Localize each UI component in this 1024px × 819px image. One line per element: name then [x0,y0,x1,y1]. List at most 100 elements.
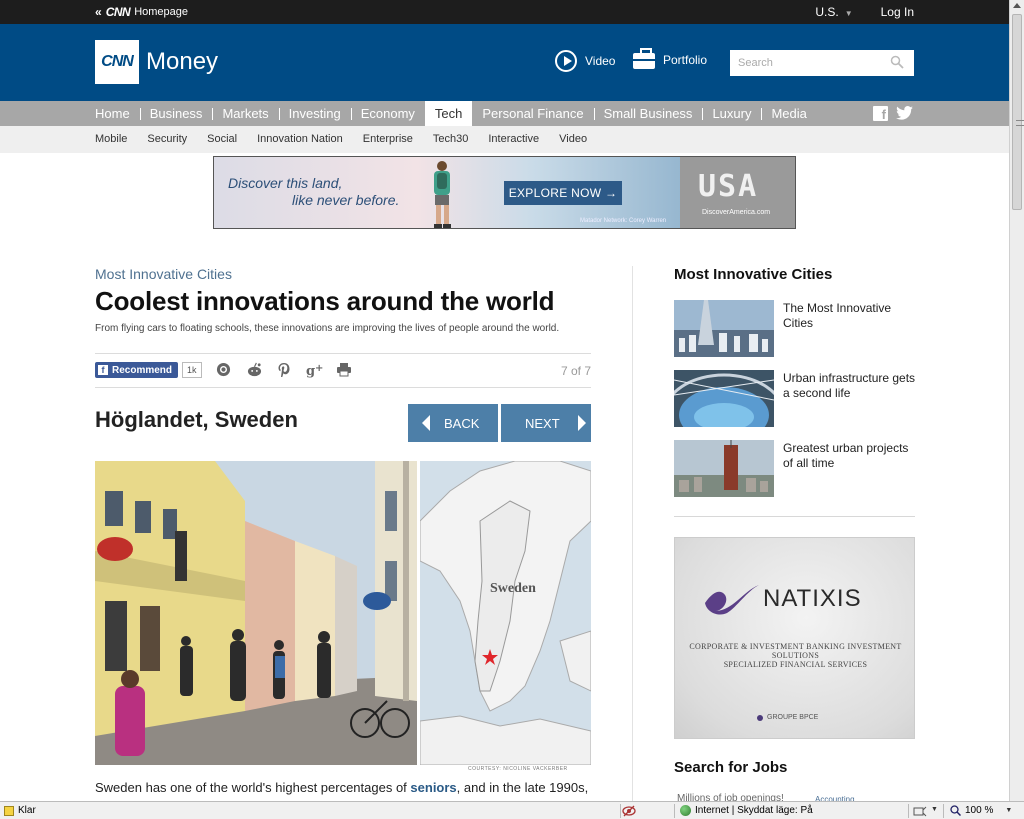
nav-item-media[interactable]: Media [761,101,816,126]
site-header: CNN Money Video Portfolio [0,24,1009,101]
facebook-icon[interactable]: f [873,106,888,122]
nav-item-small-business[interactable]: Small Business [593,101,703,126]
divider [908,804,909,818]
money-logo-text[interactable]: Money [146,48,218,76]
slide-title: Höglandet, Sweden [95,407,298,432]
search-input[interactable] [730,50,914,76]
zoom-control[interactable]: 100 % ▼ [950,805,1012,816]
nav-item-tech[interactable]: Tech [424,101,473,126]
natixis-logo-mark [705,585,759,615]
sidebar-story[interactable]: The Most Innovative Cities [674,300,915,357]
natixis-ad[interactable]: NATIXIS CORPORATE & INVESTMENT BANKING I… [674,537,915,739]
google-plus-icon[interactable]: g + [306,362,323,379]
chevron-down-icon: ▼ [1005,807,1013,814]
body-text-end: , and in the late 1990s, [456,780,589,795]
print-icon[interactable] [336,362,352,378]
banner-credit: Matador Network: Corey Warren [580,218,667,224]
magnifier-icon [950,805,961,816]
nav-item-luxury[interactable]: Luxury [702,101,761,126]
browser-status-bar: Klar Internet | Skyddat läge: På ▼ 100 %… [0,801,1024,819]
scroll-up-arrow-icon[interactable] [1013,3,1021,8]
scrollbar-thumb[interactable] [1012,14,1024,210]
banner-line-1: Discover this land, [228,175,343,191]
divider [943,804,944,818]
region-label: U.S. [815,5,839,19]
groupe-bpce: GROUPE BPCE [757,714,818,721]
facebook-recommend-button[interactable]: f Recommend [95,362,179,378]
security-zone[interactable]: Internet | Skyddat läge: På [680,805,813,816]
protected-mode-icon[interactable] [913,805,927,817]
recommend-label: Recommend [112,364,173,376]
groupe-bpce-label: GROUPE BPCE [767,714,819,721]
back-button[interactable]: BACK [408,404,498,442]
nav-item-economy[interactable]: Economy [350,101,425,126]
top-bar: « CNN Homepage U.S. ▼ Log In [0,0,1009,24]
cnn-mark: CNN [105,5,131,19]
subnav-item-social[interactable]: Social [207,133,237,145]
next-button-label: NEXT [525,415,560,431]
subnav-item-mobile[interactable]: Mobile [95,133,127,145]
nav-item-markets[interactable]: Markets [212,101,278,126]
login-link[interactable]: Log In [881,5,914,19]
scroll-grip-icon [1016,120,1024,126]
article-body: Sweden has one of the world's highest pe… [95,780,588,795]
nav-item-business[interactable]: Business [139,101,213,126]
cnn-logo[interactable]: CNN [95,40,139,84]
story-caption: Greatest urban projects of all time [783,441,909,470]
subnav-item-innovation-nation[interactable]: Innovation Nation [257,133,343,145]
briefcase-icon [633,48,655,69]
status-text: Klar [18,805,36,816]
usa-logo-panel: USA DiscoverAmerica.com [680,157,795,228]
story-thumbnail [674,440,774,497]
arrow-right-icon [577,415,586,431]
sidebar-story[interactable]: Urban infrastructure gets a second life [674,370,915,427]
sidebar-story[interactable]: Greatest urban projects of all time [674,440,915,497]
street-photo [95,461,417,765]
region-selector[interactable]: U.S. ▼ [815,5,852,19]
explore-now-button[interactable]: EXPLORE NOW → [504,181,622,205]
double-chevron-left-icon: « [95,5,102,19]
sidebar-title: Most Innovative Cities [674,266,833,283]
next-button[interactable]: NEXT [501,404,591,442]
article-kicker[interactable]: Most Innovative Cities [95,266,232,282]
portfolio-link-label: Portfolio [663,52,708,67]
story-thumbnail [674,370,774,427]
vertical-scrollbar[interactable] [1009,0,1024,801]
seniors-link[interactable]: seniors [410,780,456,795]
nav-item-investing[interactable]: Investing [278,101,351,126]
chevron-down-icon[interactable]: ▼ [931,806,938,813]
security-zone-text: Internet | Skyddat läge: På [695,805,813,816]
search-icon[interactable] [890,55,904,69]
video-link[interactable]: Video [555,50,615,72]
banner-tagline: Discover this land, like never before. [228,175,399,209]
reddit-icon[interactable] [246,362,262,378]
stumbleupon-icon[interactable] [216,362,232,378]
facebook-icon: f [98,365,108,375]
hiker-image [434,161,451,228]
banner-line-2: like never before. [292,192,400,208]
story-caption: The Most Innovative Cities [783,301,892,330]
subnav-item-interactive[interactable]: Interactive [488,133,539,145]
discover-america-url: DiscoverAmerica.com [702,209,771,216]
nav-item-home[interactable]: Home [85,101,140,126]
arrow-left-icon [422,415,430,431]
column-divider [632,266,633,801]
twitter-icon[interactable] [896,106,913,121]
subnav-item-enterprise[interactable]: Enterprise [363,133,413,145]
homepage-link[interactable]: « CNN Homepage [95,5,188,19]
privacy-icon[interactable] [622,804,636,818]
article-deck: From flying cars to floating schools, th… [95,323,560,334]
back-button-label: BACK [444,415,480,431]
subnav-item-security[interactable]: Security [147,133,187,145]
zoom-level: 100 % [965,805,994,816]
pinterest-icon[interactable] [276,362,292,378]
nav-item-personal-finance[interactable]: Personal Finance [472,101,593,126]
globe-icon [680,805,691,816]
banner-ad[interactable]: Discover this land, like never before. E… [213,156,796,229]
body-text-start: Sweden has one of the world's highest pe… [95,780,411,795]
subnav-item-video[interactable]: Video [559,133,587,145]
map-label-sweden: Sweden [490,581,536,596]
portfolio-link[interactable]: Portfolio [633,48,708,69]
story-thumbnail [674,300,774,357]
subnav-item-tech30[interactable]: Tech30 [433,133,468,145]
